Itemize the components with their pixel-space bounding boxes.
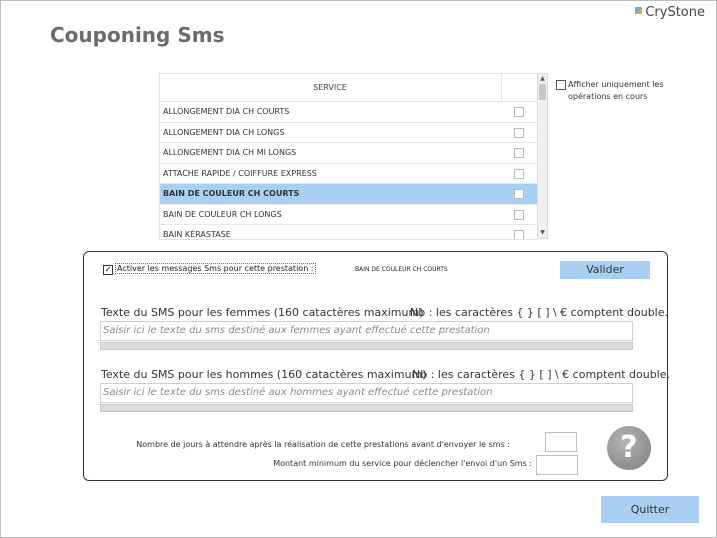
days-delay-label: Nombre de jours à attendre après la réal… [136,440,510,449]
women-sms-label: Texte du SMS pour les femmes (160 catact… [101,306,424,319]
women-sms-note: Nb : les caractères { } [ ] \ € comptent… [410,306,669,319]
row-checkbox[interactable] [514,189,524,199]
men-sms-label: Texte du SMS pour les hommes (160 catact… [101,368,427,381]
scroll-up-icon[interactable]: ▲ [538,74,547,84]
service-name: ALLONGEMENT DIA CH LONGS [163,127,285,137]
scroll-down-icon[interactable]: ▼ [538,228,547,238]
min-amount-input[interactable] [536,455,578,475]
table-row[interactable]: ALLONGEMENT DIA CH LONGS [160,123,537,143]
quit-button[interactable]: Quitter [601,496,699,523]
service-name: BAIN DE COULEUR CH LONGS [163,209,282,219]
activate-sms-checkbox[interactable]: ✓ [103,265,113,275]
service-name: ALLONGEMENT DIA CH MI LONGS [163,148,297,157]
service-column-header: SERVICE [313,83,347,92]
service-scrollbar[interactable]: ▲ ▼ [537,73,548,239]
activate-sms-control[interactable]: ✓ Activer les messages Sms pour cette pre… [103,263,316,275]
filter-checkbox[interactable] [556,80,566,90]
table-row[interactable]: ALLONGEMENT DIA CH COURTS [160,102,537,123]
scroll-thumb[interactable] [539,84,546,100]
men-sms-input[interactable]: Saisir ici le texte du sms destiné aux h… [100,383,633,403]
table-row[interactable]: ALLONGEMENT DIA CH MI LONGS [160,143,537,164]
current-service-name: BAIN DE COULEUR CH COURTS [355,266,448,273]
validate-button[interactable]: Valider [560,261,650,279]
row-checkbox[interactable] [514,127,524,138]
women-sms-input[interactable]: Saisir ici le texte du sms destiné aux f… [100,321,633,341]
table-row-selected[interactable]: BAIN DE COULEUR CH COURTS [160,184,537,205]
service-name: BAIN DE COULEUR CH COURTS [163,189,300,198]
service-name: ATTACHE RAPIDE / COIFFURE EXPRESS [163,168,317,178]
help-icon[interactable]: ? [607,426,651,470]
men-sms-counter-bar [100,404,633,412]
crystone-logo-icon [635,7,643,14]
days-delay-input[interactable] [545,432,577,452]
women-sms-counter-bar [100,342,633,350]
row-checkbox[interactable] [514,209,524,220]
brand-logo: CryStone [635,5,705,20]
row-checkbox[interactable] [514,230,524,239]
table-row[interactable]: BAIN KÉRASTASE [160,225,537,239]
activate-sms-label: Activer les messages Sms pour cette pres… [115,263,316,274]
brand-name: CryStone [645,5,705,20]
table-row[interactable]: ATTACHE RAPIDE / COIFFURE EXPRESS [160,164,537,184]
table-row[interactable]: BAIN DE COULEUR CH LONGS [160,205,537,225]
service-name: ALLONGEMENT DIA CH COURTS [163,107,290,116]
service-table: SERVICE ALLONGEMENT DIA CH COURTS ALLONG… [159,73,538,240]
filter-label: Afficher uniquement les opérations en co… [568,80,664,101]
men-sms-note: Nb : les caractères { } [ ] \ € comptent… [412,368,671,381]
filter-current-operations[interactable]: Afficher uniquement les opérations en co… [556,79,696,103]
row-checkbox[interactable] [514,148,524,158]
column-divider [501,74,502,101]
min-amount-label: Montant minimum du service pour déclench… [273,459,532,468]
row-checkbox[interactable] [514,168,524,179]
service-table-header: SERVICE [160,74,537,102]
service-name: BAIN KÉRASTASE [163,230,231,239]
page-title: Couponing Sms [50,23,225,47]
row-checkbox[interactable] [514,107,524,117]
